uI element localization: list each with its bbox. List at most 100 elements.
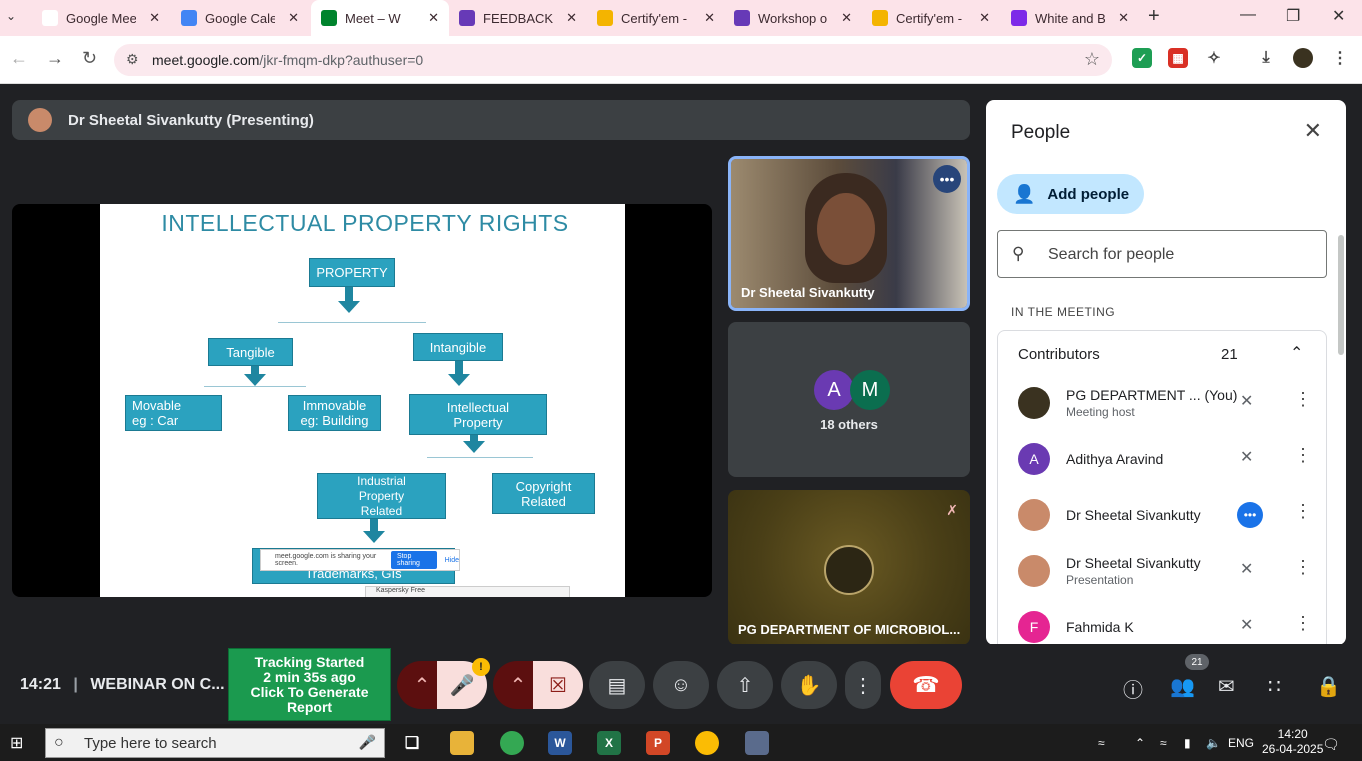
tray-chevron-icon[interactable]: ⌃: [1135, 736, 1145, 750]
participant-row[interactable]: F Fahmida K ✕ ⋮: [998, 599, 1328, 645]
host-controls-icon[interactable]: 🔒: [1316, 674, 1341, 699]
network-icon[interactable]: ≈: [1098, 736, 1105, 750]
powerpoint-icon[interactable]: P: [646, 731, 670, 755]
department-tile[interactable]: PG DEPARTMENT OF MICROBIOL... ✗: [728, 490, 970, 645]
activities-icon[interactable]: ∷: [1268, 674, 1281, 699]
add-people-button[interactable]: 👤 Add people: [997, 174, 1144, 214]
close-tab-icon[interactable]: ✕: [566, 10, 577, 26]
excel-icon[interactable]: X: [597, 731, 621, 755]
chrome-icon[interactable]: [500, 731, 524, 755]
task-view-icon[interactable]: ❏: [400, 731, 424, 755]
tracking-report-button[interactable]: Tracking Started 2 min 35s ago Click To …: [228, 648, 391, 721]
download-icon[interactable]: ⤓: [1256, 48, 1276, 68]
stop-sharing-button[interactable]: Stop sharing: [390, 551, 437, 569]
people-panel: People ✕ 👤 Add people ⚲ IN THE MEETING C…: [986, 100, 1346, 645]
panel-scrollbar[interactable]: [1338, 235, 1344, 355]
notifications-icon[interactable]: 🗨: [1322, 736, 1340, 753]
close-window-icon[interactable]: ✕: [1332, 6, 1345, 26]
microphone-icon[interactable]: 🎤: [359, 734, 376, 751]
extension-red-icon[interactable]: ▦: [1168, 48, 1188, 68]
kaspersky-bar: Kaspersky Free: [365, 586, 570, 597]
close-panel-icon[interactable]: ✕: [1304, 118, 1322, 144]
chevron-up-icon[interactable]: ⌃: [1290, 343, 1303, 363]
battery-icon[interactable]: ▮: [1184, 736, 1191, 750]
participant-row[interactable]: PG DEPARTMENT ... (You) Meeting host ✕ ⋮: [998, 375, 1328, 431]
word-icon[interactable]: W: [548, 731, 572, 755]
close-tab-icon[interactable]: ✕: [428, 10, 439, 26]
browser-tab[interactable]: Google Meet ✕: [32, 0, 170, 36]
node-copyright: Copyright Related: [492, 473, 595, 514]
more-options-icon[interactable]: •••: [933, 165, 961, 193]
canva-icon: [1011, 10, 1027, 26]
participant-more-icon[interactable]: ⋮: [1294, 389, 1312, 410]
restore-icon[interactable]: ❐: [1286, 6, 1300, 26]
back-icon[interactable]: ←: [10, 48, 28, 69]
forward-icon[interactable]: →: [46, 48, 64, 69]
others-tile[interactable]: A M 18 others: [728, 322, 970, 477]
meeting-title[interactable]: WEBINAR ON C...: [90, 676, 224, 693]
site-info-icon[interactable]: ⚙: [126, 51, 139, 68]
extensions-puzzle-icon[interactable]: ✧: [1204, 48, 1224, 68]
close-tab-icon[interactable]: ✕: [704, 10, 715, 26]
browser-tab[interactable]: Certify'em - ✕: [587, 0, 725, 36]
mic-muted-icon[interactable]: ✕: [1240, 615, 1253, 635]
browser-tab[interactable]: FEEDBACK FO✕: [449, 0, 587, 36]
chrome-alt-icon[interactable]: [695, 731, 719, 755]
browser-tab[interactable]: Google Calendar✕: [171, 0, 309, 36]
more-options-button[interactable]: ⋮: [845, 661, 881, 709]
reactions-button[interactable]: ☺: [653, 661, 709, 709]
windows-start-icon[interactable]: ⊞: [10, 733, 23, 753]
file-explorer-icon[interactable]: [450, 731, 474, 755]
participant-more-icon[interactable]: ⋮: [1294, 445, 1312, 466]
participant-row[interactable]: Dr Sheetal Sivankutty ••• ⋮: [998, 487, 1328, 543]
raise-hand-button[interactable]: ✋: [781, 661, 837, 709]
participant-row[interactable]: A Adithya Aravind ✕ ⋮: [998, 431, 1328, 487]
meeting-controls: 14:21 | WEBINAR ON C... Tracking Started…: [0, 644, 1362, 724]
close-tab-icon[interactable]: ✕: [1118, 10, 1129, 26]
address-bar[interactable]: ⚙ meet.google.com/jkr-fmqm-dkp?authuser=…: [114, 44, 1112, 76]
mic-muted-icon[interactable]: ✕: [1240, 559, 1253, 579]
profile-avatar[interactable]: [1293, 48, 1313, 68]
forms-icon: [734, 10, 750, 26]
close-tab-icon[interactable]: ✕: [149, 10, 160, 26]
close-tab-icon[interactable]: ✕: [979, 10, 990, 26]
captions-button[interactable]: ▤: [589, 661, 645, 709]
system-clock[interactable]: 14:20 26-04-2025: [1262, 727, 1323, 757]
extension-check-icon[interactable]: ✓: [1132, 48, 1152, 68]
participant-more-icon[interactable]: ⋮: [1294, 613, 1312, 634]
hide-button[interactable]: Hide: [445, 557, 459, 564]
meeting-info-icon[interactable]: ⓘ: [1123, 674, 1143, 703]
participant-more-icon[interactable]: ⋮: [1294, 557, 1312, 578]
chat-icon[interactable]: ✉: [1218, 674, 1235, 699]
participant-avatar: [1018, 387, 1050, 419]
mic-muted-icon[interactable]: ✕: [1240, 447, 1253, 467]
presenter-video-tile[interactable]: Dr Sheetal Sivankutty •••: [728, 156, 970, 311]
minimize-icon[interactable]: —: [1240, 6, 1256, 24]
browser-tab[interactable]: Meet – W ✕: [311, 0, 449, 36]
leave-call-button[interactable]: ☎: [890, 661, 962, 709]
participant-row[interactable]: Dr Sheetal Sivankutty Presentation ✕ ⋮: [998, 543, 1328, 599]
browser-tab[interactable]: Workshop on ✕: [724, 0, 862, 36]
tab-search-icon[interactable]: ⌄: [6, 9, 16, 23]
reload-icon[interactable]: ↻: [82, 48, 97, 69]
language-indicator[interactable]: ENG: [1228, 736, 1254, 750]
contributors-label[interactable]: Contributors: [1018, 346, 1100, 363]
mic-muted-icon[interactable]: ✕: [1240, 391, 1253, 411]
app-icon[interactable]: [745, 731, 769, 755]
taskbar-search[interactable]: ○ Type here to search 🎤: [45, 728, 385, 758]
new-tab-button[interactable]: +: [1148, 5, 1160, 28]
browser-menu-icon[interactable]: ⋮: [1330, 48, 1350, 68]
present-button[interactable]: ⇧: [717, 661, 773, 709]
bookmark-star-icon[interactable]: ☆: [1084, 49, 1100, 70]
close-tab-icon[interactable]: ✕: [288, 10, 299, 26]
browser-tab[interactable]: White and B ✕: [1001, 0, 1139, 36]
camera-off-button[interactable]: ☒: [533, 661, 583, 709]
volume-icon[interactable]: 🔈: [1206, 736, 1221, 750]
people-icon[interactable]: 👥: [1170, 674, 1195, 699]
wifi-icon[interactable]: ≈: [1160, 736, 1167, 750]
close-tab-icon[interactable]: ✕: [841, 10, 852, 26]
people-search-box[interactable]: ⚲: [997, 230, 1327, 278]
people-search-input[interactable]: [1048, 243, 1308, 267]
participant-more-icon[interactable]: ⋮: [1294, 501, 1312, 522]
browser-tab[interactable]: Certify'em - ✕: [862, 0, 1000, 36]
